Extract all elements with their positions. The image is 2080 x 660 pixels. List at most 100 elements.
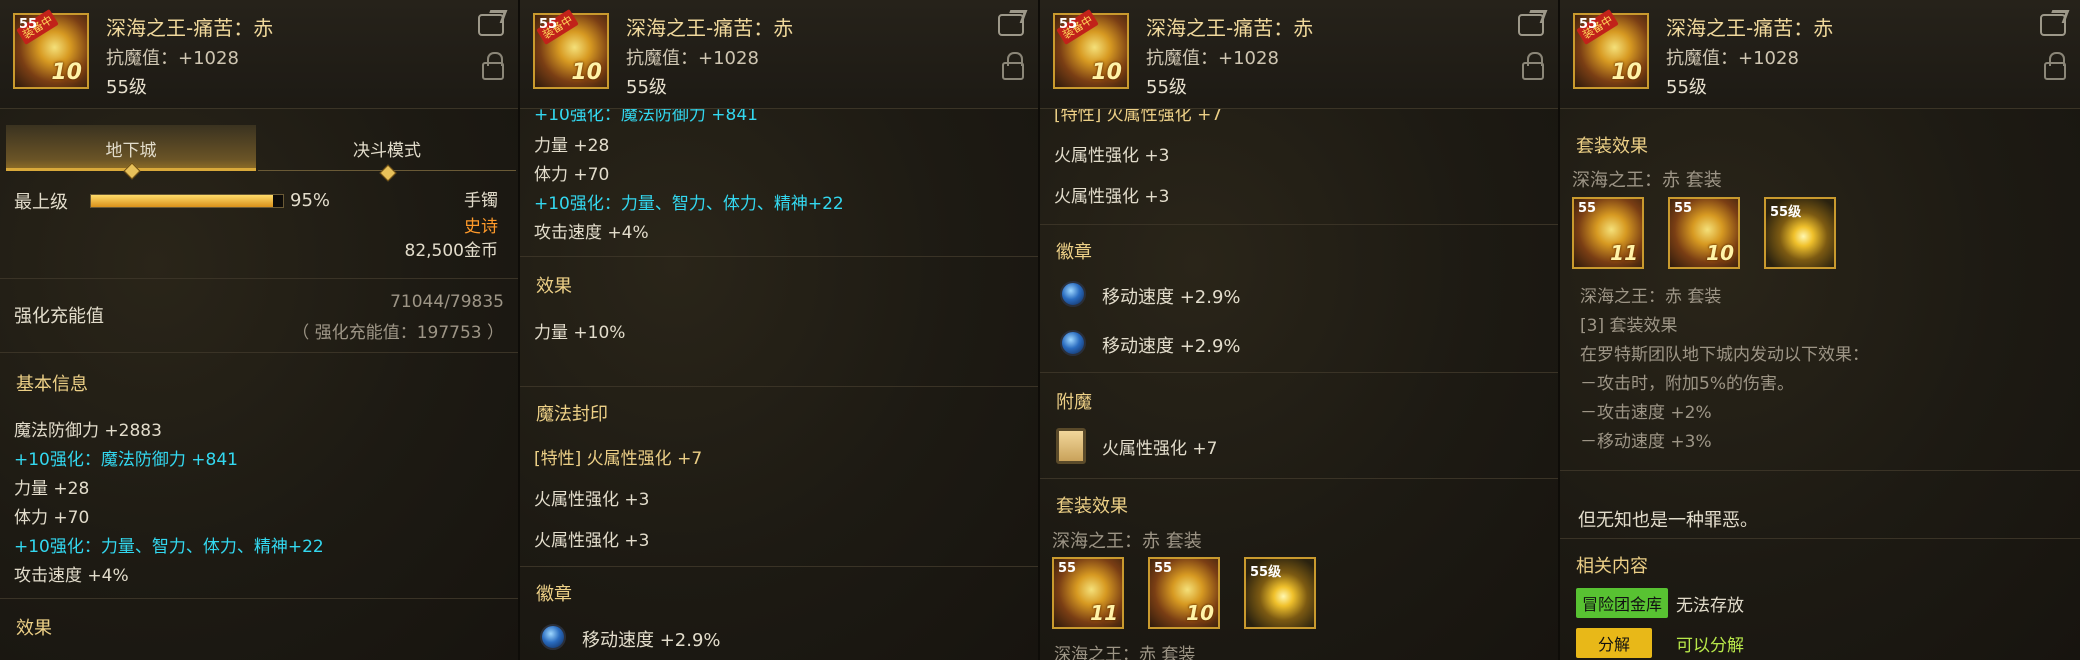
seal-fire-2: 火属性强化 +3 bbox=[534, 531, 650, 551]
item-icon[interactable]: 装备中 55 10 bbox=[1573, 9, 1649, 89]
item-header: 装备中 55 10 深海之王-痛苦：赤 抗魔值：+1028 55级 bbox=[520, 0, 1038, 109]
icon-plus: 10 bbox=[571, 60, 602, 85]
section-related-title: 相关内容 bbox=[1576, 556, 1648, 577]
lock-icon[interactable] bbox=[2044, 52, 2066, 80]
set-piece-1-icon[interactable]: 55 11 bbox=[1052, 557, 1124, 629]
set-piece-plus: 11 bbox=[1610, 241, 1638, 265]
set-name: 深海之王：赤 套装 bbox=[1052, 531, 1202, 552]
section-set-title: 套装效果 bbox=[1056, 496, 1128, 517]
divider bbox=[1040, 478, 1558, 479]
emblem-orb-icon bbox=[1060, 330, 1086, 356]
share-icon[interactable] bbox=[1518, 14, 1544, 36]
tab-duel-label: 决斗模式 bbox=[353, 141, 421, 161]
mode-tabs: 地下城 决斗模式 bbox=[6, 125, 516, 182]
equip-rarity: 史诗 bbox=[464, 217, 498, 237]
stat-vit: 体力 +70 bbox=[534, 165, 610, 185]
item-level: 55级 bbox=[626, 77, 667, 98]
stat-refine-all: +10强化：力量、智力、体力、精神+22 bbox=[14, 537, 324, 557]
tooltip-panel-3: [特性] 火属性强化 +7 装备中 55 10 深海之王-痛苦：赤 抗魔值：+1… bbox=[1040, 0, 1560, 660]
set-piece-plus: 10 bbox=[1186, 601, 1214, 625]
set-piece-3-icon[interactable]: 55级 bbox=[1764, 197, 1836, 269]
item-stat: 抗魔值：+1028 bbox=[1666, 48, 1799, 69]
item-header: 装备中 55 10 深海之王-痛苦：赤 抗魔值：+1028 55级 bbox=[1560, 0, 2080, 109]
tooltip-panel-4: 装备中 55 10 深海之王-痛苦：赤 抗魔值：+1028 55级 套装效果 深… bbox=[1560, 0, 2080, 660]
section-enchant-title: 附魔 bbox=[1056, 392, 1092, 413]
section-seal-title: 魔法封印 bbox=[536, 404, 608, 425]
flavor-text: 但无知也是一种罪恶。 bbox=[1578, 510, 1758, 531]
enchant-value: 火属性强化 +7 bbox=[1102, 439, 1218, 459]
set-piece-2-icon[interactable]: 55 10 bbox=[1668, 197, 1740, 269]
grade-bar bbox=[90, 194, 284, 208]
set-effect-3: －移动速度 +3% bbox=[1580, 432, 1712, 452]
emblem-slot-1: 移动速度 +2.9% bbox=[582, 630, 721, 651]
divider bbox=[1560, 538, 2080, 539]
seal-fire-1: 火属性强化 +3 bbox=[1054, 146, 1170, 166]
section-emblem-title: 徽章 bbox=[536, 584, 572, 605]
lock-icon[interactable] bbox=[1002, 52, 1024, 80]
set-piece-3-icon[interactable]: 55级 bbox=[1244, 557, 1316, 629]
divider bbox=[1560, 470, 2080, 471]
divider bbox=[0, 278, 518, 279]
set-piece-1-icon[interactable]: 55 11 bbox=[1572, 197, 1644, 269]
stat-refine-def: +10强化：魔法防御力 +841 bbox=[14, 450, 238, 470]
item-level: 55级 bbox=[106, 77, 147, 98]
tab-dungeon[interactable]: 地下城 bbox=[6, 125, 256, 180]
item-header: 装备中 55 10 深海之王-痛苦：赤 抗魔值：+1028 55级 bbox=[1040, 0, 1558, 109]
share-icon[interactable] bbox=[998, 14, 1024, 36]
set-piece-level: 55级 bbox=[1770, 205, 1802, 220]
set-piece-2-icon[interactable]: 55 10 bbox=[1148, 557, 1220, 629]
tab-indicator bbox=[123, 162, 141, 180]
tab-indicator bbox=[379, 164, 397, 182]
item-icon[interactable]: 装备中 55 10 bbox=[13, 9, 89, 89]
icon-level: 55 bbox=[539, 17, 558, 32]
lock-icon[interactable] bbox=[482, 52, 504, 80]
seal-fire-2: 火属性强化 +3 bbox=[1054, 187, 1170, 207]
item-name: 深海之王-痛苦：赤 bbox=[1666, 16, 1834, 40]
item-icon[interactable]: 装备中 55 10 bbox=[1053, 9, 1129, 89]
divider bbox=[1040, 372, 1558, 373]
grade-label: 最上级 bbox=[14, 192, 68, 213]
item-name: 深海之王-痛苦：赤 bbox=[626, 16, 794, 40]
divider bbox=[520, 566, 1038, 567]
set-piece-level: 55 bbox=[1578, 201, 1597, 216]
item-stat: 抗魔值：+1028 bbox=[1146, 48, 1279, 69]
divider bbox=[0, 598, 518, 599]
item-header: 装备中 55 10 深海之王-痛苦：赤 抗魔值：+1028 55级 bbox=[0, 0, 518, 109]
charge-sub: （ 强化充能值：197753 ） bbox=[292, 323, 504, 343]
section-set-title: 套装效果 bbox=[1576, 136, 1648, 157]
enchant-card-icon bbox=[1056, 428, 1086, 464]
item-icon[interactable]: 装备中 55 10 bbox=[533, 9, 609, 89]
set-piece-plus: 10 bbox=[1706, 241, 1734, 265]
charge-label: 强化充能值 bbox=[14, 306, 104, 327]
set-piece-level: 55级 bbox=[1250, 565, 1282, 580]
emblem-orb-icon bbox=[540, 624, 566, 650]
vault-status: 无法存放 bbox=[1676, 596, 1744, 616]
section-effect-title: 效果 bbox=[536, 276, 572, 297]
item-name: 深海之王-痛苦：赤 bbox=[106, 16, 274, 40]
equip-slot: 手镯 bbox=[464, 191, 498, 211]
share-icon[interactable] bbox=[2040, 14, 2066, 36]
emblem-slot-2: 移动速度 +2.9% bbox=[1102, 336, 1241, 357]
item-stat: 抗魔值：+1028 bbox=[626, 48, 759, 69]
lock-icon[interactable] bbox=[1522, 52, 1544, 80]
set-piece-level: 55 bbox=[1058, 561, 1077, 576]
share-icon[interactable] bbox=[478, 14, 504, 36]
icon-plus: 10 bbox=[1611, 60, 1642, 85]
set-piece-level: 55 bbox=[1154, 561, 1173, 576]
set-condition: 在罗特斯团队地下城内发动以下效果： bbox=[1580, 345, 1869, 365]
set-effect-1: －攻击时，附加5%的伤害。 bbox=[1580, 374, 1794, 394]
icon-plus: 10 bbox=[1091, 60, 1122, 85]
set-piece-level: 55 bbox=[1674, 201, 1693, 216]
stat-str: 力量 +28 bbox=[534, 136, 610, 156]
set-info-name: 深海之王：赤 套装 bbox=[1580, 287, 1722, 307]
stat-atk-speed: 攻击速度 +4% bbox=[534, 223, 649, 243]
vault-badge: 冒险团金库 bbox=[1576, 588, 1669, 618]
tooltip-panel-2: +10强化：魔法防御力 +841 装备中 55 10 深海之王-痛苦：赤 抗魔值… bbox=[520, 0, 1040, 660]
item-level: 55级 bbox=[1146, 77, 1187, 98]
set-piece-plus: 11 bbox=[1090, 601, 1118, 625]
tab-duel[interactable]: 决斗模式 bbox=[258, 125, 516, 182]
icon-level: 55 bbox=[19, 17, 38, 32]
icon-plus: 10 bbox=[51, 60, 82, 85]
set-count: [3] 套装效果 bbox=[1580, 316, 1678, 336]
disassemble-status: 可以分解 bbox=[1676, 636, 1744, 656]
